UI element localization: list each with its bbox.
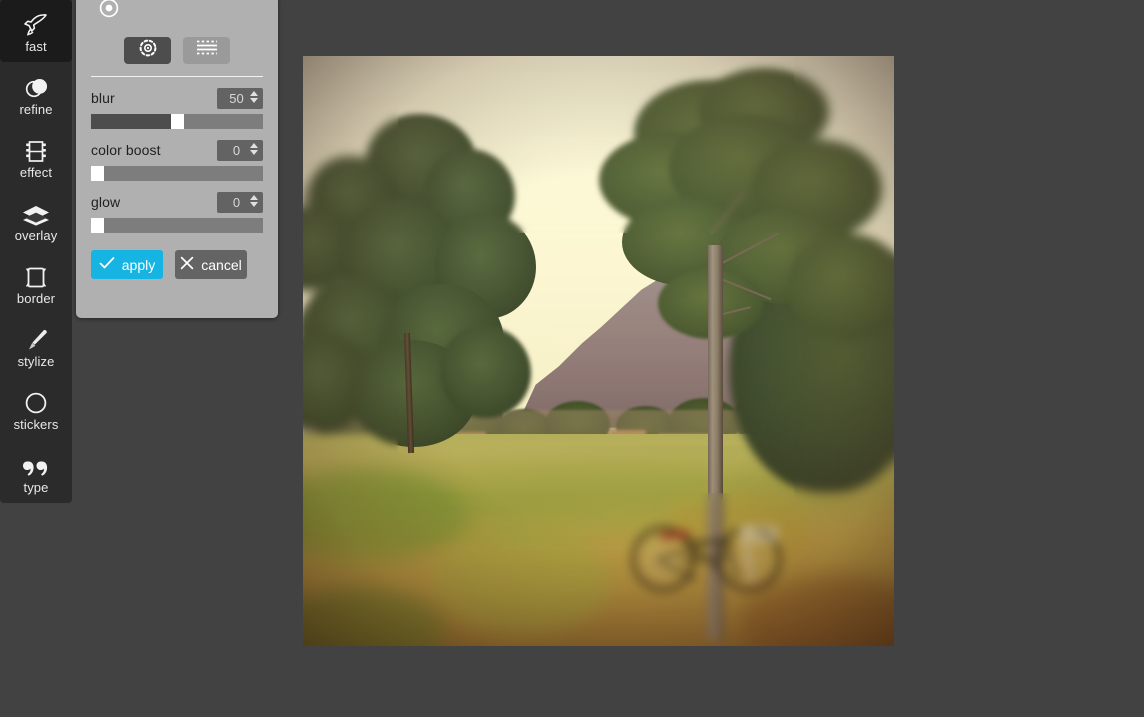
- sidebar-item-stickers[interactable]: stickers: [0, 378, 72, 440]
- sidebar-item-label: stylize: [17, 354, 55, 369]
- stepper-up-icon[interactable]: [250, 194, 258, 200]
- cancel-button[interactable]: cancel: [175, 250, 247, 279]
- blur-stepper[interactable]: 50: [217, 87, 263, 109]
- close-icon: [180, 256, 194, 273]
- stepper-up-icon[interactable]: [250, 142, 258, 148]
- rocket-icon: [19, 8, 53, 38]
- blur-slider[interactable]: [91, 114, 263, 129]
- sidebar-item-effect[interactable]: effect: [0, 126, 72, 188]
- color-boost-stepper[interactable]: 0: [217, 139, 263, 161]
- sidebar-item-label: overlay: [14, 228, 58, 243]
- stepper-down-icon[interactable]: [250, 149, 258, 155]
- stepper-arrows: [250, 90, 258, 103]
- sidebar-item-label: border: [16, 291, 56, 306]
- image-canvas[interactable]: [303, 56, 894, 646]
- cancel-label: cancel: [201, 256, 242, 273]
- sidebar-item-fast[interactable]: fast: [0, 0, 72, 62]
- mode-button-row: [76, 26, 278, 64]
- brush-icon: [19, 323, 53, 353]
- tilt-shift-tool-panel: blur 50 color boost 0 glow 0 apply cance…: [76, 0, 278, 318]
- film-icon: [19, 134, 53, 164]
- control-color-boost: color boost 0: [76, 139, 278, 181]
- stepper-down-icon[interactable]: [250, 201, 258, 207]
- sidebar-item-label: type: [23, 480, 49, 495]
- control-blur: blur 50: [76, 87, 278, 129]
- glow-slider-handle[interactable]: [91, 218, 104, 233]
- apply-button[interactable]: apply: [91, 250, 163, 279]
- stepper-down-icon[interactable]: [250, 97, 258, 103]
- sidebar-item-label: fast: [25, 39, 47, 54]
- sidebar-item-refine[interactable]: refine: [0, 63, 72, 125]
- linear-focus-button[interactable]: [183, 37, 230, 64]
- slider-fill: [91, 114, 177, 129]
- stepper-arrows: [250, 194, 258, 207]
- sticker-icon: [19, 386, 53, 416]
- quote-icon: [19, 449, 53, 479]
- glow-stepper[interactable]: 0: [217, 191, 263, 213]
- color-boost-slider[interactable]: [91, 166, 263, 181]
- blur-slider-handle[interactable]: [171, 114, 184, 129]
- target-icon: [98, 0, 120, 19]
- radial-focus-icon: [137, 37, 159, 64]
- bicycle: [628, 499, 805, 617]
- control-label: color boost: [91, 142, 161, 158]
- panel-divider: [91, 76, 263, 77]
- control-label: glow: [91, 194, 121, 210]
- stepper-arrows: [250, 142, 258, 155]
- sidebar-item-border[interactable]: border: [0, 252, 72, 314]
- panel-header: [76, 0, 278, 26]
- check-icon: [99, 256, 115, 273]
- action-row: apply cancel: [76, 233, 278, 279]
- contrast-icon: [19, 71, 53, 101]
- pine-tree: [303, 113, 557, 475]
- radial-focus-button[interactable]: [124, 37, 171, 64]
- control-glow: glow 0: [76, 191, 278, 233]
- sidebar-item-label: refine: [19, 102, 53, 117]
- stepper-up-icon[interactable]: [250, 90, 258, 96]
- sidebar-item-overlay[interactable]: overlay: [0, 189, 72, 251]
- apply-label: apply: [121, 256, 156, 273]
- sidebar-item-stylize[interactable]: stylize: [0, 315, 72, 377]
- tool-sidebar: fast refine effect overlay border styliz…: [0, 0, 72, 503]
- glow-slider[interactable]: [91, 218, 263, 233]
- sidebar-item-type[interactable]: type: [0, 441, 72, 503]
- layers-icon: [19, 197, 53, 227]
- color-boost-slider-handle[interactable]: [91, 166, 104, 181]
- sidebar-item-label: stickers: [13, 417, 59, 432]
- edited-photo: [303, 56, 894, 646]
- control-label: blur: [91, 90, 115, 106]
- frame-icon: [19, 260, 53, 290]
- sidebar-item-label: effect: [19, 165, 53, 180]
- linear-focus-icon: [194, 38, 220, 63]
